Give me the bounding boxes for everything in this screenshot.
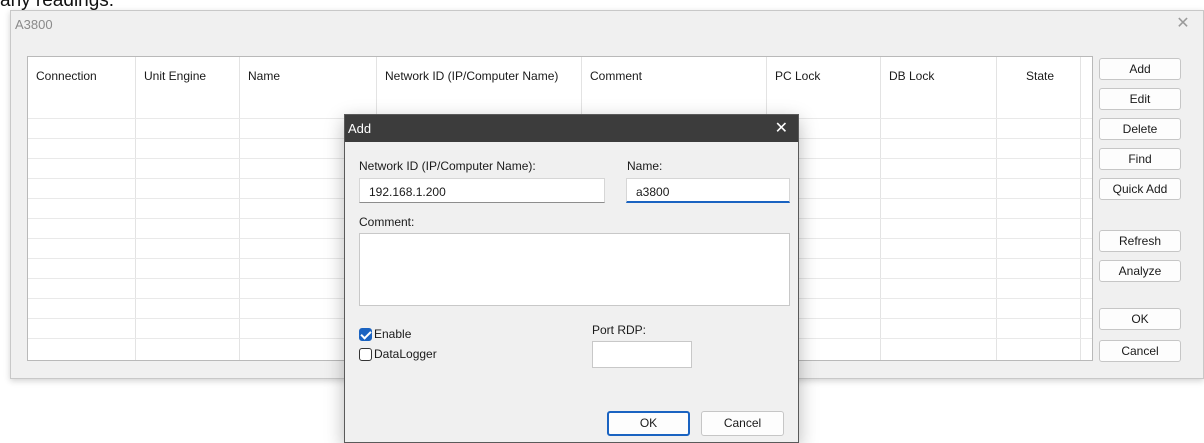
col-network-id[interactable]: Network ID (IP/Computer Name) <box>377 57 558 99</box>
col-connection[interactable]: Connection <box>28 57 97 99</box>
column-divider <box>135 57 136 360</box>
find-button[interactable]: Find <box>1099 148 1181 170</box>
add-button[interactable]: Add <box>1099 58 1181 80</box>
col-db-lock[interactable]: DB Lock <box>881 57 934 99</box>
port-rdp-label: Port RDP: <box>592 323 647 337</box>
port-rdp-field[interactable] <box>592 341 692 368</box>
name-label: Name: <box>627 159 663 173</box>
col-name[interactable]: Name <box>240 57 280 99</box>
column-divider <box>996 57 997 360</box>
dialog-ok-button[interactable]: OK <box>607 411 690 436</box>
network-id-field[interactable]: 192.168.1.200 <box>359 178 605 203</box>
column-divider <box>239 57 240 360</box>
close-icon[interactable]: ✕ <box>1173 13 1193 33</box>
dialog-titlebar[interactable]: Add ✕ <box>345 115 798 142</box>
checkbox-checked-icon <box>359 327 372 341</box>
col-unit-engine[interactable]: Unit Engine <box>136 57 206 99</box>
name-field[interactable]: a3800 <box>626 178 790 203</box>
network-id-label: Network ID (IP/Computer Name): <box>359 159 536 173</box>
checkbox-empty-icon <box>359 347 372 361</box>
refresh-button[interactable]: Refresh <box>1099 230 1181 252</box>
datalogger-checkbox[interactable]: DataLogger <box>359 347 437 361</box>
column-divider <box>880 57 881 360</box>
dialog-cancel-button[interactable]: Cancel <box>701 411 784 436</box>
delete-button[interactable]: Delete <box>1099 118 1181 140</box>
quick-add-button[interactable]: Quick Add <box>1099 178 1181 200</box>
cancel-button[interactable]: Cancel <box>1099 340 1181 362</box>
comment-label: Comment: <box>359 215 415 229</box>
comment-field[interactable] <box>359 233 790 306</box>
enable-checkbox[interactable]: Enable <box>359 327 411 341</box>
window-title: A3800 <box>15 17 53 32</box>
close-icon[interactable]: ✕ <box>775 118 788 138</box>
enable-label: Enable <box>374 327 412 341</box>
col-comment[interactable]: Comment <box>582 57 642 99</box>
edit-button[interactable]: Edit <box>1099 88 1181 110</box>
analyze-button[interactable]: Analyze <box>1099 260 1181 282</box>
ok-button[interactable]: OK <box>1099 308 1181 330</box>
add-dialog: Add ✕ Network ID (IP/Computer Name): 192… <box>344 114 799 443</box>
column-divider <box>1080 57 1081 360</box>
col-state[interactable]: State <box>1018 57 1054 99</box>
col-pc-lock[interactable]: PC Lock <box>767 57 820 99</box>
dialog-title: Add <box>348 121 372 136</box>
table-header: Connection Unit Engine Name Network ID (… <box>28 57 1092 99</box>
datalogger-label: DataLogger <box>374 347 437 361</box>
